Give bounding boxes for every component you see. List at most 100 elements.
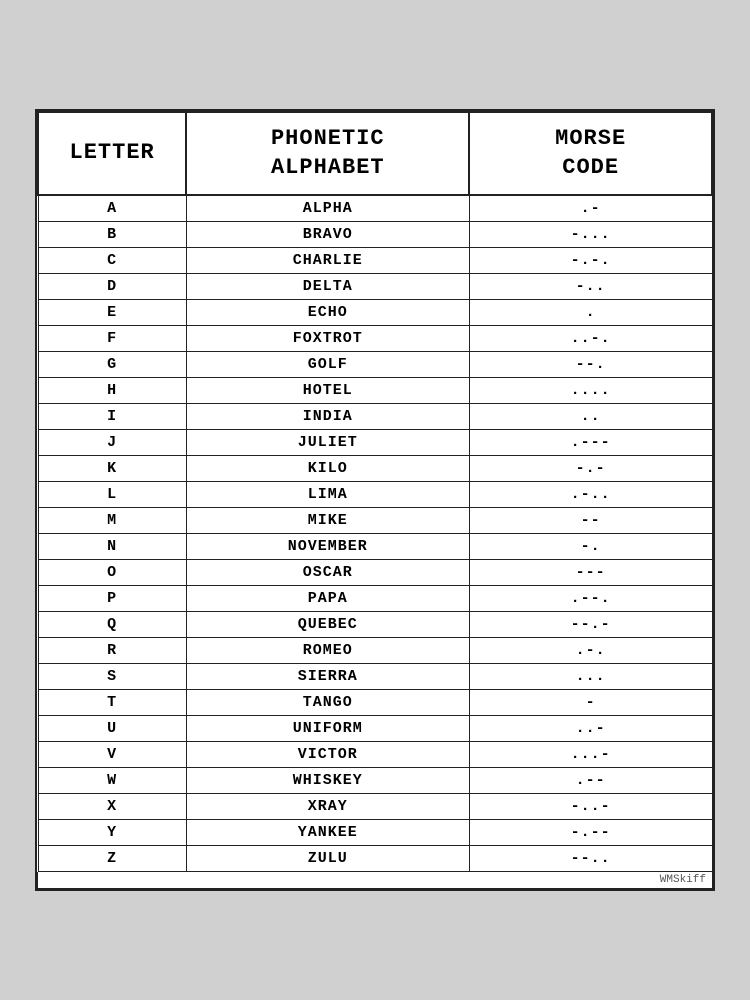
cell-morse: .--.	[469, 586, 712, 612]
cell-morse: ....	[469, 378, 712, 404]
cell-morse: -.--	[469, 820, 712, 846]
table-row: MMIKE--	[38, 508, 712, 534]
cell-phonetic: ECHO	[186, 300, 469, 326]
cell-morse: .-.	[469, 638, 712, 664]
cell-letter: K	[38, 456, 186, 482]
table-row: CCHARLIE-.-.	[38, 248, 712, 274]
cell-morse: ..-.	[469, 326, 712, 352]
cell-phonetic: FOXTROT	[186, 326, 469, 352]
table-row: PPAPA.--.	[38, 586, 712, 612]
cell-phonetic: ALPHA	[186, 195, 469, 222]
cell-phonetic: MIKE	[186, 508, 469, 534]
cell-letter: Q	[38, 612, 186, 638]
cell-morse: ..-	[469, 716, 712, 742]
table-row: FFOXTROT..-.	[38, 326, 712, 352]
cell-morse: --..	[469, 846, 712, 872]
table-row: LLIMA.-..	[38, 482, 712, 508]
cell-morse: ..	[469, 404, 712, 430]
cell-morse: ...-	[469, 742, 712, 768]
cell-phonetic: XRAY	[186, 794, 469, 820]
cell-letter: E	[38, 300, 186, 326]
cell-morse: -..-	[469, 794, 712, 820]
cell-letter: Y	[38, 820, 186, 846]
cell-phonetic: OSCAR	[186, 560, 469, 586]
table-row: YYANKEE-.--	[38, 820, 712, 846]
cell-letter: X	[38, 794, 186, 820]
cell-letter: I	[38, 404, 186, 430]
cell-phonetic: VICTOR	[186, 742, 469, 768]
cell-phonetic: KILO	[186, 456, 469, 482]
cell-phonetic: QUEBEC	[186, 612, 469, 638]
cell-letter: W	[38, 768, 186, 794]
cell-letter: M	[38, 508, 186, 534]
cell-morse: .	[469, 300, 712, 326]
table-row: GGOLF--.	[38, 352, 712, 378]
cell-letter: U	[38, 716, 186, 742]
cell-letter: P	[38, 586, 186, 612]
table-row: NNOVEMBER-.	[38, 534, 712, 560]
cell-morse: .-	[469, 195, 712, 222]
cell-morse: -	[469, 690, 712, 716]
cell-letter: A	[38, 195, 186, 222]
cell-phonetic: UNIFORM	[186, 716, 469, 742]
cell-phonetic: ROMEO	[186, 638, 469, 664]
cell-morse: ...	[469, 664, 712, 690]
cell-letter: B	[38, 222, 186, 248]
cell-morse: --.-	[469, 612, 712, 638]
table-row: OOSCAR---	[38, 560, 712, 586]
cell-morse: -.-.	[469, 248, 712, 274]
cell-phonetic: ZULU	[186, 846, 469, 872]
cell-letter: G	[38, 352, 186, 378]
cell-letter: N	[38, 534, 186, 560]
header-phonetic: PHONETICALPHABET	[186, 112, 469, 195]
cell-phonetic: GOLF	[186, 352, 469, 378]
table-row: HHOTEL....	[38, 378, 712, 404]
cell-letter: C	[38, 248, 186, 274]
table-row: EECHO.	[38, 300, 712, 326]
table-row: DDELTA-..	[38, 274, 712, 300]
table-row: BBRAVO-...	[38, 222, 712, 248]
morse-table: LETTER PHONETICALPHABET MORSECODE AALPHA…	[37, 111, 713, 872]
table-row: UUNIFORM..-	[38, 716, 712, 742]
table-row: QQUEBEC--.-	[38, 612, 712, 638]
cell-phonetic: CHARLIE	[186, 248, 469, 274]
cell-phonetic: HOTEL	[186, 378, 469, 404]
table-row: RROMEO.-.	[38, 638, 712, 664]
cell-morse: -.-	[469, 456, 712, 482]
reference-card: LETTER PHONETICALPHABET MORSECODE AALPHA…	[35, 109, 715, 891]
cell-letter: S	[38, 664, 186, 690]
cell-morse: --.	[469, 352, 712, 378]
table-row: JJULIET.---	[38, 430, 712, 456]
table-row: IINDIA..	[38, 404, 712, 430]
cell-phonetic: YANKEE	[186, 820, 469, 846]
watermark: WMSkiff	[37, 872, 713, 889]
table-row: VVICTOR...-	[38, 742, 712, 768]
cell-morse: .--	[469, 768, 712, 794]
cell-morse: ---	[469, 560, 712, 586]
table-row: TTANGO-	[38, 690, 712, 716]
cell-phonetic: LIMA	[186, 482, 469, 508]
cell-morse: -.	[469, 534, 712, 560]
cell-phonetic: WHISKEY	[186, 768, 469, 794]
header-letter: LETTER	[38, 112, 186, 195]
cell-morse: .---	[469, 430, 712, 456]
table-row: WWHISKEY.--	[38, 768, 712, 794]
cell-letter: R	[38, 638, 186, 664]
cell-letter: V	[38, 742, 186, 768]
cell-phonetic: BRAVO	[186, 222, 469, 248]
cell-phonetic: INDIA	[186, 404, 469, 430]
cell-morse: -...	[469, 222, 712, 248]
cell-morse: -..	[469, 274, 712, 300]
cell-phonetic: PAPA	[186, 586, 469, 612]
cell-letter: F	[38, 326, 186, 352]
cell-morse: .-..	[469, 482, 712, 508]
cell-letter: O	[38, 560, 186, 586]
cell-morse: --	[469, 508, 712, 534]
cell-phonetic: JULIET	[186, 430, 469, 456]
table-row: ZZULU--..	[38, 846, 712, 872]
cell-phonetic: TANGO	[186, 690, 469, 716]
cell-letter: Z	[38, 846, 186, 872]
cell-letter: L	[38, 482, 186, 508]
cell-phonetic: SIERRA	[186, 664, 469, 690]
cell-phonetic: NOVEMBER	[186, 534, 469, 560]
